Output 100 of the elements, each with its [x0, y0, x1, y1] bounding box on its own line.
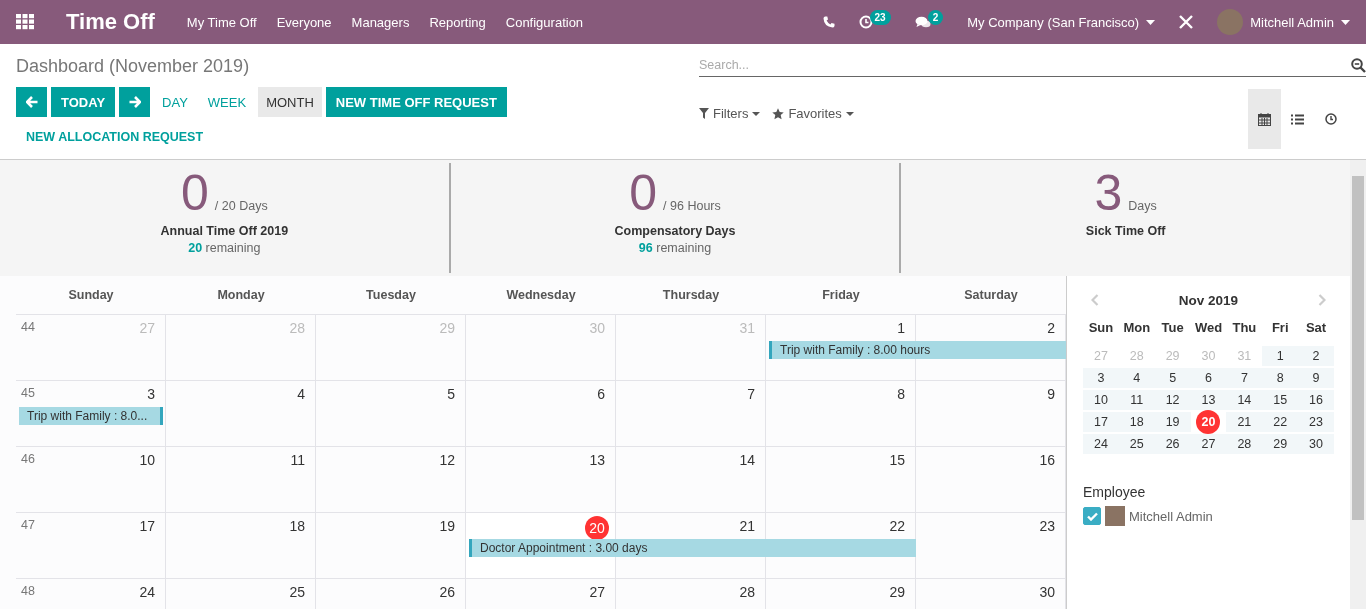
date-number[interactable]: 1	[1262, 346, 1299, 366]
caret-icon	[845, 111, 854, 116]
menu-item[interactable]: Everyone	[276, 14, 332, 30]
date-number[interactable]: 18	[1118, 412, 1155, 432]
date-number[interactable]: 25	[1118, 434, 1155, 454]
date-number[interactable]: 24	[1083, 434, 1119, 454]
date-number[interactable]: 3	[1083, 368, 1119, 388]
date-number[interactable]: 22	[889, 518, 905, 534]
filter-dropdown[interactable]: Favorites	[772, 106, 854, 121]
date-number[interactable]: 23	[1039, 518, 1055, 534]
date-number[interactable]: 16	[1039, 452, 1055, 468]
date-number[interactable]: 7	[1226, 368, 1263, 388]
date-number[interactable]: 10	[1083, 390, 1119, 410]
date-number[interactable]: 18	[289, 518, 305, 534]
date-number[interactable]: 16	[1298, 390, 1334, 410]
date-number[interactable]: 17	[1083, 412, 1119, 432]
date-number[interactable]: 27	[1190, 434, 1227, 454]
weekday-label: Thu	[1231, 320, 1258, 337]
menu-item[interactable]: My Time Off	[186, 14, 257, 30]
date-number[interactable]: 13	[589, 452, 605, 468]
previous-button[interactable]	[16, 87, 47, 117]
date-number[interactable]: 11	[1118, 390, 1155, 410]
date-number[interactable]: 15	[1262, 390, 1299, 410]
date-number[interactable]: 23	[1298, 412, 1334, 432]
date-number[interactable]: 5	[1154, 368, 1191, 388]
week-number: 46	[21, 452, 35, 466]
date-number[interactable]: 30	[1298, 434, 1334, 454]
date-number[interactable]: 7	[747, 386, 755, 402]
menu-item[interactable]: Managers	[351, 14, 410, 30]
date-number[interactable]: 28	[739, 584, 755, 600]
date-number[interactable]: 2	[1047, 320, 1055, 336]
calendar-icon	[1258, 112, 1271, 126]
date-number[interactable]: 9	[1298, 368, 1334, 388]
leave-type-name: Sick Time Off	[1085, 224, 1166, 238]
time-off-event[interactable]: Trip with Family : 8.00 hours	[769, 341, 1066, 359]
date-number[interactable]: 14	[1226, 390, 1263, 410]
menu-item[interactable]: Reporting	[429, 14, 486, 30]
next-button[interactable]	[119, 87, 151, 117]
weekday-label: Mon	[1122, 320, 1152, 337]
avatar	[1217, 9, 1244, 35]
date-number[interactable]: 4	[297, 386, 305, 402]
today-date[interactable]: 20	[585, 516, 609, 540]
clock-icon[interactable]	[858, 15, 873, 29]
scale-tab[interactable]: MONTH	[258, 87, 322, 117]
date-number[interactable]: 9	[1047, 386, 1055, 402]
scrollbar[interactable]	[1350, 160, 1366, 609]
date-number[interactable]: 14	[739, 452, 755, 468]
date-number[interactable]: 19	[1154, 412, 1191, 432]
company-switcher[interactable]: My Company (San Francisco)	[967, 14, 1156, 30]
app-grid-icon[interactable]	[16, 14, 34, 30]
date-number[interactable]: 22	[1262, 412, 1299, 432]
date-number[interactable]: 11	[290, 452, 305, 468]
date-number[interactable]: 29	[1262, 434, 1299, 454]
date-number[interactable]: 2	[1298, 346, 1334, 366]
phone-icon[interactable]	[822, 16, 835, 28]
user-menu[interactable]: Mitchell Admin	[1217, 9, 1350, 35]
chat-icon[interactable]	[914, 15, 931, 29]
remaining-label: remaining	[656, 241, 712, 255]
date-number[interactable]: 12	[439, 452, 455, 468]
employee-name: Mitchell Admin	[1129, 508, 1213, 524]
date-number[interactable]: 24	[139, 584, 155, 600]
date-number[interactable]: 6	[597, 386, 605, 402]
date-number[interactable]: 10	[139, 452, 155, 468]
star-icon	[772, 107, 785, 120]
checkbox[interactable]	[1083, 507, 1101, 525]
week-number: 47	[21, 518, 35, 532]
balance-value: 0	[629, 164, 658, 223]
date-number[interactable]: 1	[897, 320, 905, 336]
date-number[interactable]: 21	[1226, 412, 1263, 432]
today-date[interactable]: 20	[1196, 410, 1221, 434]
date-number[interactable]: 25	[289, 584, 305, 600]
date-number[interactable]: 27	[589, 584, 605, 600]
month-title: Nov 2019	[1178, 292, 1239, 308]
week-number: 44	[21, 320, 35, 334]
date-number[interactable]: 30	[1039, 584, 1055, 600]
date-number[interactable]: 3	[147, 386, 155, 402]
date-number[interactable]: 28	[1226, 434, 1263, 454]
date-number[interactable]: 26	[1154, 434, 1191, 454]
filter-dropdown[interactable]: Filters	[699, 106, 761, 121]
time-off-event[interactable]: Doctor Appointment : 3.00 days	[469, 539, 916, 557]
date-number[interactable]: 8	[897, 386, 905, 402]
caret-icon	[1146, 19, 1156, 25]
date-number[interactable]: 5	[447, 386, 455, 402]
date-number[interactable]: 17	[139, 518, 155, 534]
date-number[interactable]: 8	[1262, 368, 1299, 388]
date-number[interactable]: 26	[439, 584, 455, 600]
menu-item[interactable]: Configuration	[505, 14, 584, 30]
date-number[interactable]: 4	[1118, 368, 1155, 388]
view-switch-button[interactable]	[1248, 89, 1281, 149]
caret-icon	[1341, 19, 1350, 25]
leave-type-name: Compensatory Days	[614, 224, 736, 238]
date-number[interactable]: 21	[739, 518, 755, 534]
date-number[interactable]: 19	[439, 518, 455, 534]
date-number[interactable]: 6	[1190, 368, 1227, 388]
date-number[interactable]: 13	[1190, 390, 1227, 410]
date-number[interactable]: 29	[889, 584, 905, 600]
date-number[interactable]: 12	[1154, 390, 1191, 410]
search-field[interactable]: Search...	[699, 54, 1351, 76]
date-number[interactable]: 15	[889, 452, 905, 468]
time-off-event[interactable]: Trip with Family : 8.0...	[19, 407, 163, 425]
